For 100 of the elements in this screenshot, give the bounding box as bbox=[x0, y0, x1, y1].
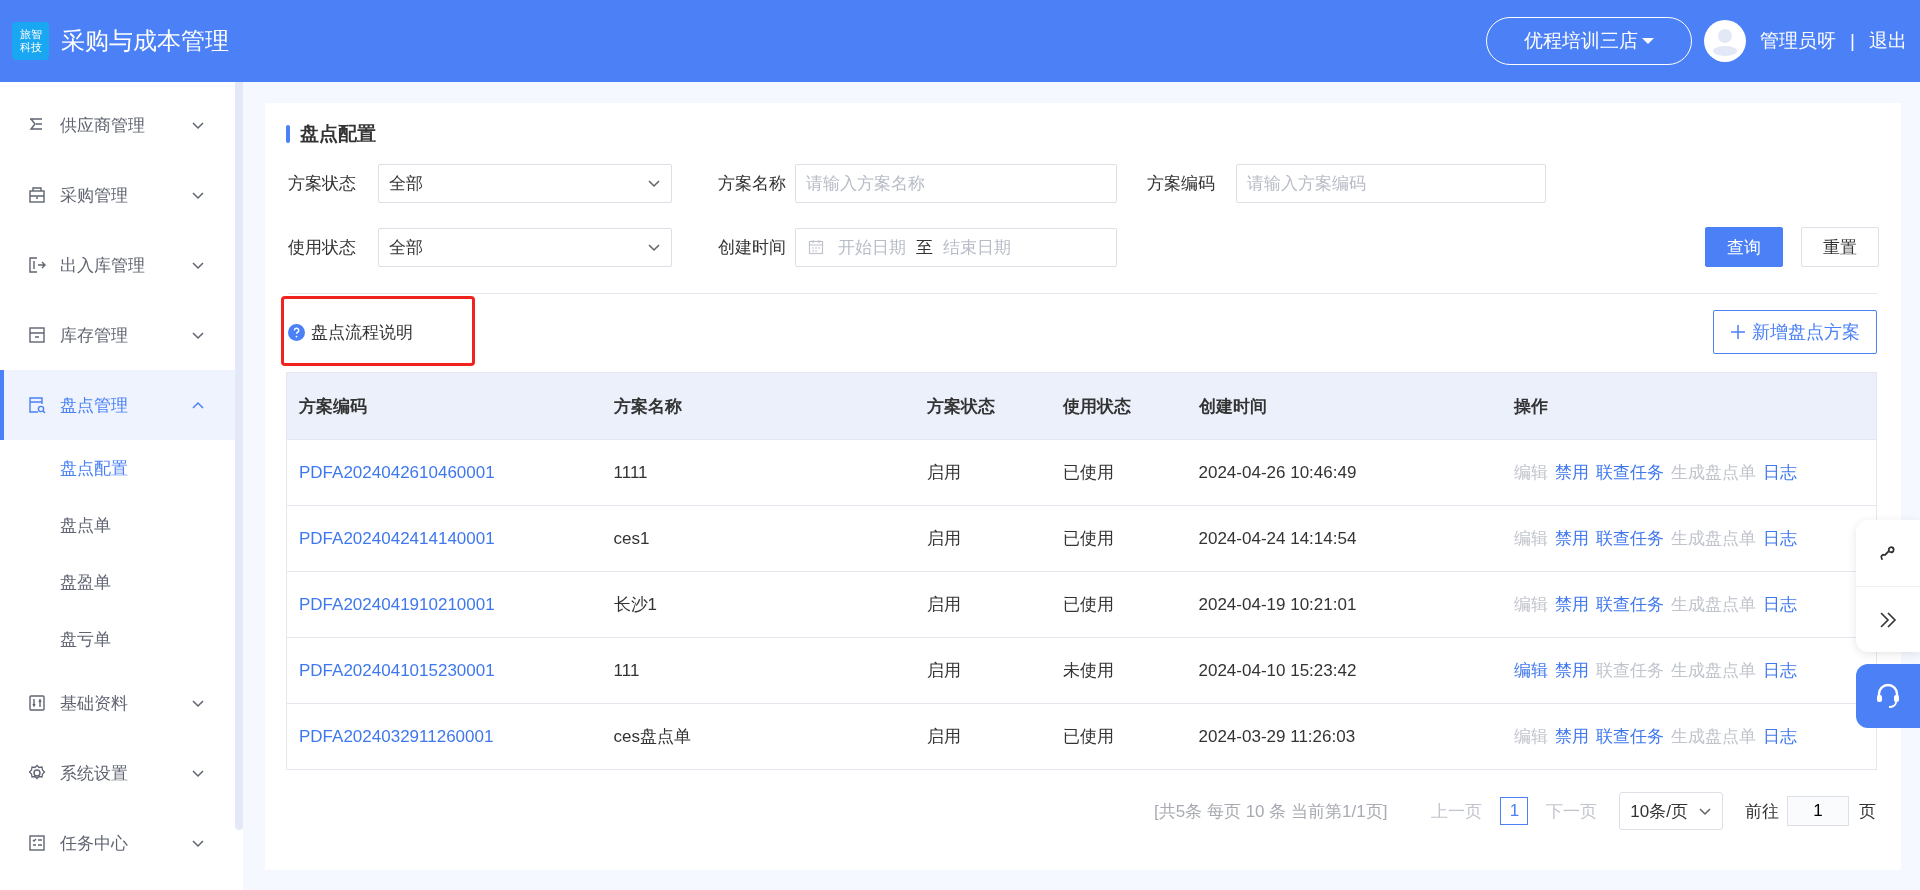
table-cell: 启用 bbox=[914, 505, 1051, 572]
select-field[interactable]: 全部 bbox=[378, 164, 672, 203]
action-link[interactable]: 禁用 bbox=[1554, 529, 1589, 548]
column-header: 操作 bbox=[1501, 372, 1877, 440]
table-cell: 111 bbox=[601, 637, 915, 704]
logo: 旅智 科技 bbox=[12, 22, 49, 60]
nav-icon bbox=[28, 834, 46, 852]
table-cell: 2024-04-10 15:23:42 bbox=[1186, 637, 1502, 704]
nav-subitem[interactable]: 盘点配置 bbox=[0, 440, 235, 497]
page-title: 盘点配置 bbox=[286, 121, 1877, 147]
filter-label: 方案状态 bbox=[288, 173, 357, 195]
double-chevron-right-icon bbox=[1879, 610, 1897, 629]
avatar-icon bbox=[1704, 20, 1747, 62]
table-cell: 已使用 bbox=[1050, 571, 1187, 638]
plan-code-link[interactable]: PDFA2024042414140001 bbox=[299, 528, 495, 548]
nav-item[interactable]: 任务中心 bbox=[0, 808, 235, 878]
nav-item[interactable]: 库存管理 bbox=[0, 300, 235, 370]
table-cell: 启用 bbox=[914, 637, 1051, 704]
scrollbar[interactable] bbox=[235, 82, 243, 830]
nav-subitem[interactable]: 盘点单 bbox=[0, 497, 235, 554]
user-name: 管理员呀 bbox=[1760, 29, 1837, 53]
nav-item[interactable]: 供应商管理 bbox=[0, 90, 235, 160]
plan-code-link[interactable]: PDFA2024042610460001 bbox=[299, 462, 495, 482]
plan-code-link[interactable]: PDFA2024032911260001 bbox=[299, 726, 494, 746]
action-link[interactable]: 日志 bbox=[1762, 727, 1797, 746]
date-range-field[interactable]: 开始日期 至 结束日期 bbox=[795, 227, 1117, 267]
column-header: 使用状态 bbox=[1050, 372, 1187, 440]
headset-icon bbox=[1874, 682, 1902, 710]
table-cell: 2024-03-29 11:26:03 bbox=[1186, 703, 1502, 770]
filter-label: 创建时间 bbox=[718, 236, 787, 259]
table-cell: 1111 bbox=[601, 439, 915, 506]
input-field[interactable]: 请输入方案编码 bbox=[1236, 164, 1546, 203]
calendar-icon bbox=[808, 239, 824, 255]
table-cell: 启用 bbox=[914, 571, 1051, 638]
action-link[interactable]: 联查任务 bbox=[1595, 595, 1664, 614]
link-icon bbox=[1878, 543, 1898, 563]
page-size-select[interactable]: 10条/页 bbox=[1619, 792, 1723, 830]
help-icon bbox=[288, 323, 305, 341]
column-header: 方案状态 bbox=[914, 372, 1051, 440]
page-number[interactable]: 1 bbox=[1500, 797, 1529, 825]
support-button[interactable] bbox=[1856, 664, 1920, 728]
action-link[interactable]: 禁用 bbox=[1554, 463, 1589, 482]
nav-item[interactable]: 基础资料 bbox=[0, 668, 235, 738]
column-header: 方案编码 bbox=[286, 372, 602, 440]
nav-item[interactable]: 系统设置 bbox=[0, 738, 235, 808]
nav-icon bbox=[28, 396, 46, 414]
action-link[interactable]: 联查任务 bbox=[1595, 463, 1664, 482]
table-cell: 启用 bbox=[914, 703, 1051, 770]
nav-icon bbox=[28, 256, 46, 274]
table-cell: ces1 bbox=[601, 505, 915, 572]
logout-link[interactable]: 退出 bbox=[1869, 28, 1907, 54]
plan-code-link[interactable]: PDFA2024041910210001 bbox=[299, 594, 495, 614]
table-cell: 长沙1 bbox=[601, 571, 915, 638]
action-link[interactable]: 日志 bbox=[1762, 661, 1797, 680]
action-link[interactable]: 禁用 bbox=[1554, 661, 1589, 680]
nav-subitem[interactable]: 盘亏单 bbox=[0, 611, 235, 668]
action-link[interactable]: 日志 bbox=[1762, 529, 1797, 548]
nav-icon bbox=[28, 326, 46, 344]
app-title: 采购与成本管理 bbox=[61, 26, 229, 56]
table-cell: ces盘点单 bbox=[601, 703, 915, 770]
separator: | bbox=[1850, 30, 1855, 52]
chevron-down-icon bbox=[647, 177, 661, 190]
action-link[interactable]: 禁用 bbox=[1554, 595, 1589, 614]
filter-label: 方案名称 bbox=[718, 173, 787, 195]
filter-label: 使用状态 bbox=[288, 236, 357, 259]
nav-item[interactable]: 盘点管理 bbox=[0, 370, 235, 440]
add-plan-button[interactable]: 新增盘点方案 bbox=[1713, 310, 1877, 354]
table-cell: 2024-04-24 14:14:54 bbox=[1186, 505, 1502, 572]
table-cell: 未使用 bbox=[1050, 637, 1187, 704]
pagination-summary: [共5条 每页 10 条 当前第1/1页] bbox=[1154, 800, 1388, 823]
table-cell: 2024-04-19 10:21:01 bbox=[1186, 571, 1502, 638]
help-link[interactable]: 盘点流程说明 bbox=[288, 320, 413, 344]
filter-label: 方案编码 bbox=[1147, 173, 1216, 195]
action-link[interactable]: 联查任务 bbox=[1595, 529, 1664, 548]
nav-item[interactable]: 采购管理 bbox=[0, 160, 235, 230]
nav-icon bbox=[28, 186, 46, 204]
plan-code-link[interactable]: PDFA2024041015230001 bbox=[299, 660, 495, 680]
goto-page-input[interactable]: 1 bbox=[1787, 796, 1849, 826]
action-link[interactable]: 联查任务 bbox=[1595, 727, 1664, 746]
table-cell: 启用 bbox=[914, 439, 1051, 506]
action-link[interactable]: 编辑 bbox=[1513, 661, 1548, 680]
nav-icon bbox=[28, 694, 46, 712]
query-button[interactable]: 查询 bbox=[1705, 227, 1783, 267]
plus-icon bbox=[1730, 324, 1746, 340]
page-unit-label: 页 bbox=[1859, 800, 1876, 823]
column-header: 创建时间 bbox=[1186, 372, 1502, 440]
reset-button[interactable]: 重置 bbox=[1801, 227, 1879, 267]
input-field[interactable]: 请输入方案名称 bbox=[795, 164, 1117, 203]
nav-item[interactable]: 出入库管理 bbox=[0, 230, 235, 300]
table-cell: 2024-04-26 10:46:49 bbox=[1186, 439, 1502, 506]
select-field[interactable]: 全部 bbox=[378, 227, 672, 267]
goto-label: 前往 bbox=[1745, 800, 1779, 823]
caret-down-icon bbox=[1642, 37, 1655, 45]
column-header: 方案名称 bbox=[601, 372, 915, 440]
nav-icon bbox=[28, 764, 46, 782]
table-cell: 已使用 bbox=[1050, 505, 1187, 572]
nav-subitem[interactable]: 盘盈单 bbox=[0, 554, 235, 611]
action-link[interactable]: 禁用 bbox=[1554, 727, 1589, 746]
action-link[interactable]: 日志 bbox=[1762, 463, 1797, 482]
action-link[interactable]: 日志 bbox=[1762, 595, 1797, 614]
